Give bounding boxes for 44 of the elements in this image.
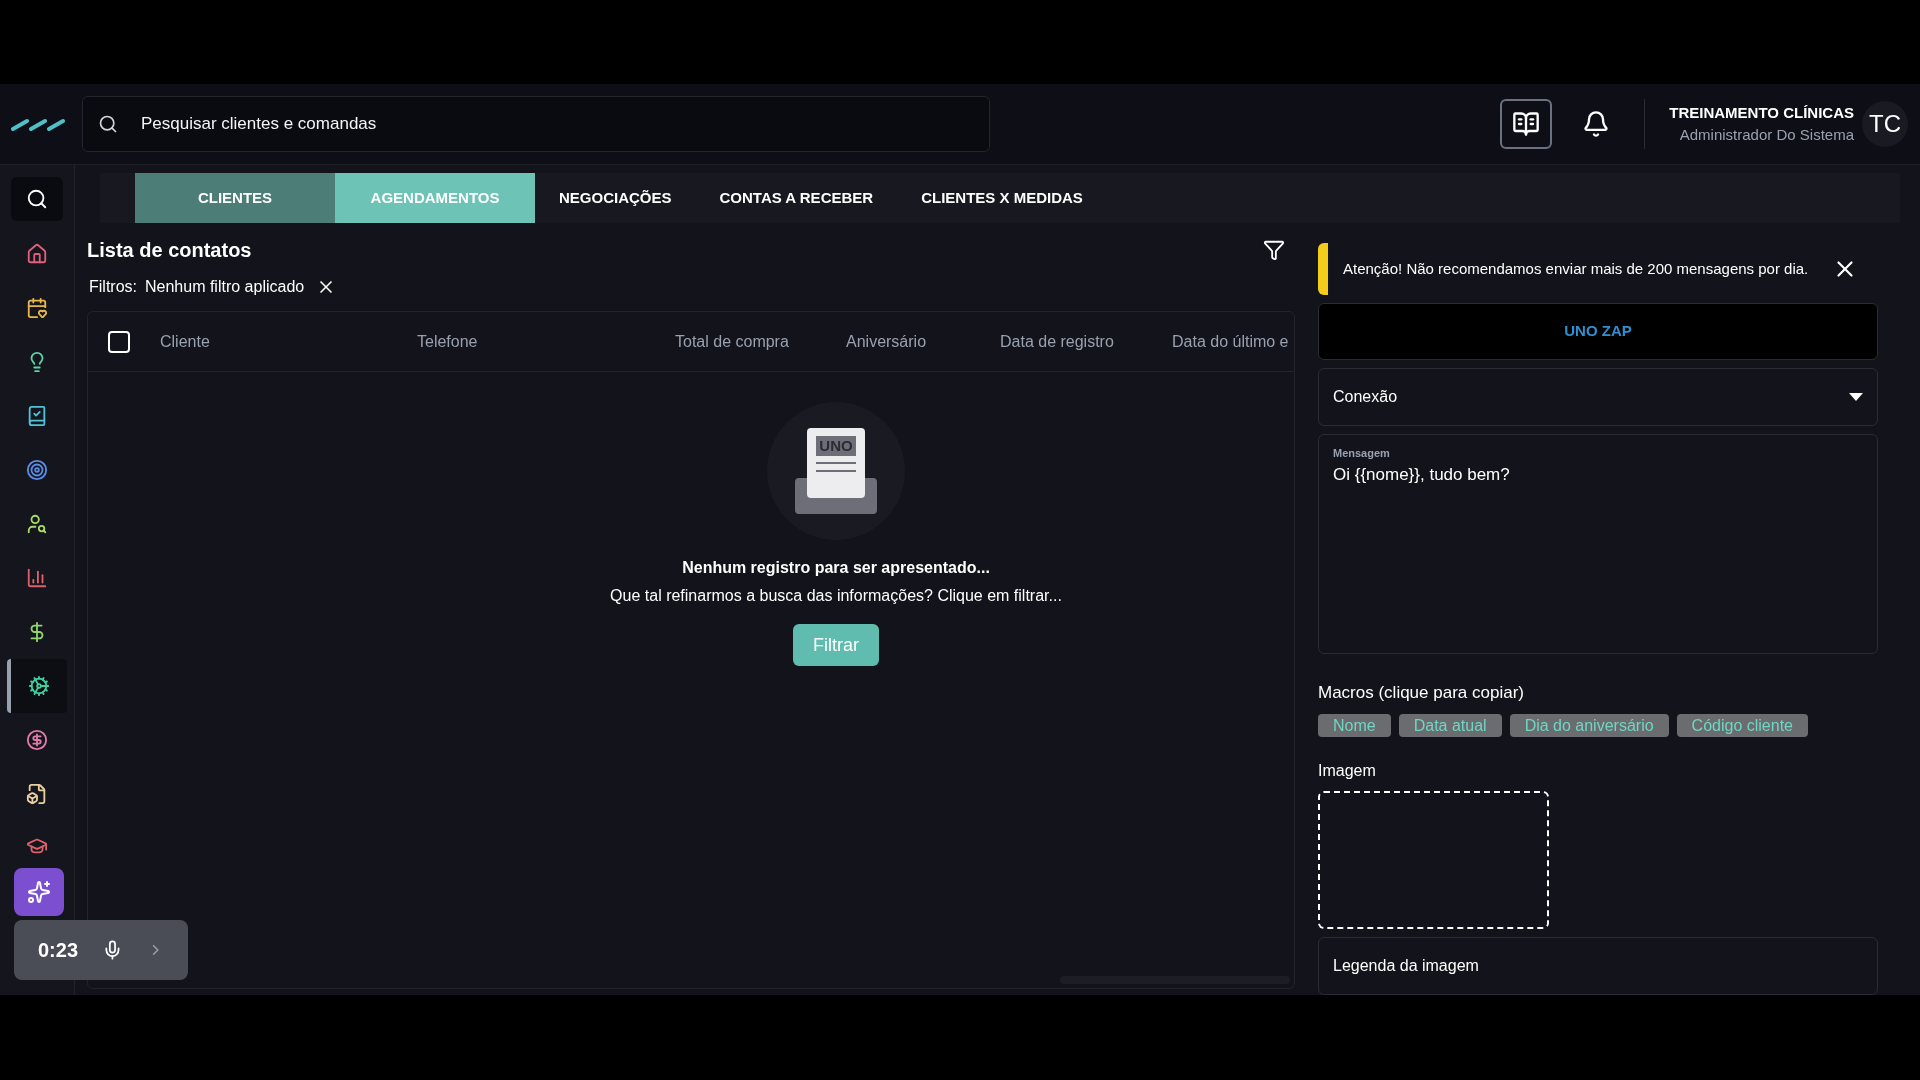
ai-button[interactable]	[14, 868, 64, 916]
user-role: Administrador Do Sistema	[1679, 125, 1854, 145]
alert-message: Atenção! Não recomendamos enviar mais de 200 mensagens por dia.	[1343, 258, 1810, 279]
sidebar-item[interactable]	[7, 659, 67, 713]
tab[interactable]: NEGOCIAÇÕES	[535, 173, 696, 223]
illustration-label: UNO	[816, 436, 856, 456]
caption-field[interactable]: Legenda da imagem	[1318, 936, 1878, 995]
search-icon	[98, 114, 118, 134]
user-name: TREINAMENTO CLÍNICAS	[1669, 102, 1854, 123]
connection-select[interactable]: Conexão	[1318, 367, 1878, 427]
message-label: Mensagem	[1333, 446, 1391, 462]
search-icon	[26, 188, 48, 210]
tab[interactable]: CLIENTES	[135, 173, 335, 223]
select-all-checkbox[interactable]	[108, 330, 130, 353]
tab[interactable]: CLIENTES X MEDIDAS	[897, 173, 1107, 223]
column-header[interactable]: Data de registro	[1000, 329, 1172, 354]
image-label: Imagem	[1318, 760, 1377, 781]
message-field[interactable]: Mensagem Oi {{nome}}, tudo bem?	[1318, 434, 1878, 655]
message-value: Oi {{nome}}, tudo bem?	[1333, 463, 1511, 486]
image-drop-zone[interactable]	[1318, 790, 1549, 929]
book-button[interactable]	[1500, 99, 1553, 149]
column-header[interactable]: Data do último e	[1172, 329, 1289, 354]
user-avatar[interactable]: TC	[1862, 101, 1908, 147]
column-header[interactable]: Cliente	[160, 329, 417, 354]
macros-label: Macros (clique para copiar)	[1318, 682, 1525, 705]
filter-icon[interactable]	[1263, 239, 1285, 261]
list-title: Lista de contatos	[87, 238, 252, 263]
filters-value: Nenhum filtro aplicado	[145, 277, 305, 297]
alert-accent-bar	[1318, 243, 1328, 296]
book-icon	[1512, 110, 1541, 138]
tab[interactable]: CONTAS A RECEBER	[695, 173, 898, 223]
sparkles-icon	[27, 880, 51, 904]
column-header[interactable]: Total de compra	[675, 329, 846, 354]
notification-icon[interactable]	[1582, 110, 1611, 138]
dropdown-icon	[1849, 393, 1863, 402]
search-button[interactable]	[11, 177, 63, 221]
recording-time: 0:23	[38, 938, 80, 963]
empty-message: Que tal refinarmos a busca das informações? Clique em filtrar...	[610, 586, 1062, 606]
search-field[interactable]: Pesquisar clientes e comandas	[82, 96, 990, 152]
empty-title: Nenhum registro para ser apresentado...	[682, 558, 990, 578]
column-header[interactable]: Telefone	[417, 329, 675, 354]
column-header[interactable]: Aniversário	[846, 329, 1000, 354]
filters-label: Filtros:	[89, 277, 137, 297]
service-name: UNO ZAP	[1564, 321, 1632, 342]
